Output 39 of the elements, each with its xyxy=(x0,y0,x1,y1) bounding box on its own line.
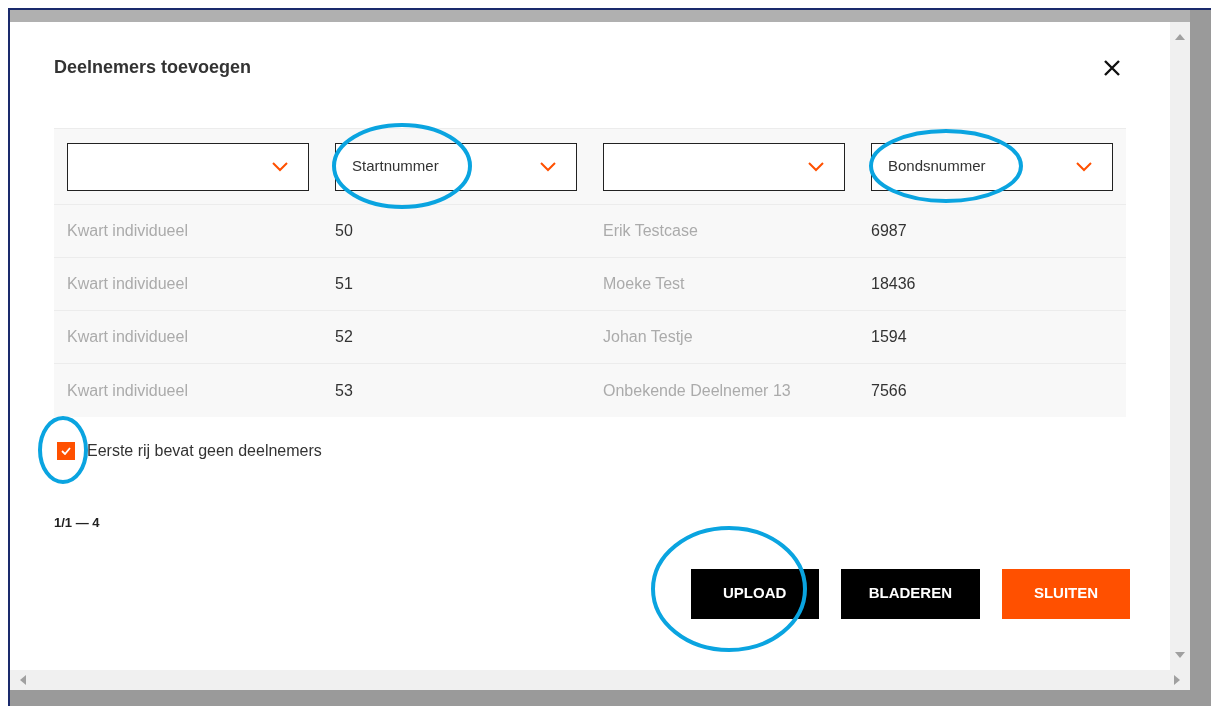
checkbox[interactable] xyxy=(57,442,75,460)
close-icon xyxy=(1103,58,1121,77)
table-cell: Moeke Test xyxy=(603,275,685,292)
table-cell: 18436 xyxy=(871,275,916,292)
table-cell: 50 xyxy=(335,222,353,239)
horizontal-scrollbar[interactable] xyxy=(10,670,1190,690)
scroll-left-icon xyxy=(20,675,26,685)
table-cell: 6987 xyxy=(871,222,907,239)
checkmark-icon xyxy=(61,447,71,455)
scroll-down-icon xyxy=(1175,652,1185,658)
chevron-down-icon xyxy=(1076,161,1092,172)
table-cell: Johan Testje xyxy=(603,328,693,345)
table-cell: 52 xyxy=(335,328,353,345)
column-select[interactable]: Startnummer xyxy=(335,142,577,191)
vertical-scrollbar[interactable] xyxy=(1170,22,1190,670)
action-button[interactable]: UPLOAD xyxy=(690,568,819,619)
table-cell: Kwart individueel xyxy=(67,275,188,292)
table-cell: Erik Testcase xyxy=(603,222,698,239)
chevron-down-icon xyxy=(540,161,556,172)
column-select[interactable] xyxy=(603,142,845,191)
scroll-up-icon xyxy=(1175,34,1185,40)
column-select[interactable]: Bondsnummer xyxy=(871,142,1113,191)
table-cell: 51 xyxy=(335,275,353,292)
column-select[interactable] xyxy=(67,142,309,191)
chevron-down-icon xyxy=(272,161,288,172)
table-cell: 1594 xyxy=(871,328,907,345)
pager-text: 1/1 — 4 xyxy=(54,514,101,532)
table-cell: Kwart individueel xyxy=(67,222,188,239)
dialog-title: Deelnemers toevoegen xyxy=(54,56,252,79)
table-cell: Kwart individueel xyxy=(67,328,188,345)
table-cell: 53 xyxy=(335,381,353,399)
table-cell: Kwart individueel xyxy=(67,381,188,399)
table-cell: 7566 xyxy=(871,381,907,399)
chevron-down-icon xyxy=(808,161,824,172)
action-button[interactable]: BLADEREN xyxy=(840,568,980,619)
checkbox-label: Eerste rij bevat geen deelnemers xyxy=(87,441,322,461)
scroll-right-icon xyxy=(1174,675,1180,685)
annotation-circle xyxy=(38,416,88,484)
table-cell: Onbekende Deelnemer 13 xyxy=(603,381,791,399)
